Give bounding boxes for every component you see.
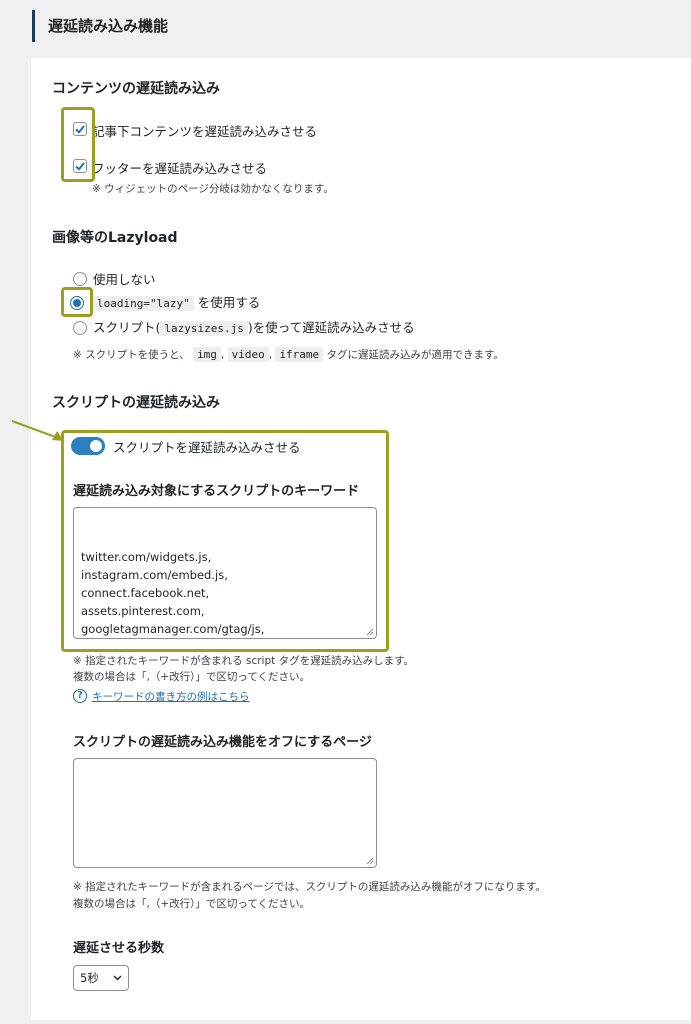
keywords-note-1: ※ 指定されたキーワードが含まれる script タグを遅延読み込みします。 bbox=[73, 655, 415, 667]
lazyload-radio-none[interactable] bbox=[73, 272, 87, 286]
delay-select[interactable]: 5秒 bbox=[73, 965, 129, 991]
highlight-box-radio bbox=[61, 287, 93, 317]
lazyload-script-suffix: )を使って遅延読み込みさせる bbox=[247, 320, 415, 335]
help-icon: ? bbox=[73, 689, 87, 703]
lazyload-note-code-iframe: iframe bbox=[275, 347, 324, 362]
lazyload-note-code-video: video bbox=[227, 347, 269, 362]
lazyload-note-code-img: img bbox=[193, 347, 221, 362]
off-pages-note-2: 複数の場合は「,（+改行）」で区切ってください。 bbox=[73, 898, 311, 910]
content-lazy-note: ※ ウィジェットのページ分岐は効かなくなります。 bbox=[92, 183, 334, 195]
script-lazy-heading: スクリプトの遅延読み込み bbox=[52, 395, 220, 411]
lazyload-native-suffix: を使用する bbox=[197, 295, 261, 310]
arrow-pointer-icon bbox=[11, 420, 64, 441]
keywords-help-link[interactable]: キーワードの書き方の例はこちら bbox=[92, 689, 250, 704]
keywords-heading: 遅延読み込み対象にするスクリプトのキーワード bbox=[73, 484, 360, 499]
lazyload-radio-none-label: 使用しない bbox=[93, 272, 156, 287]
lazyload-note: ※ スクリプトを使うと、 img, video, iframe タグに遅延読み込… bbox=[73, 347, 504, 362]
script-lazy-toggle-label: スクリプトを遅延読み込みさせる bbox=[113, 440, 301, 455]
keywords-note-2: 複数の場合は「,（+改行）」で区切ってください。 bbox=[73, 671, 311, 683]
resize-handle-icon[interactable] bbox=[366, 857, 374, 865]
lazyload-note-prefix: ※ スクリプトを使うと、 bbox=[73, 349, 190, 361]
lazyload-heading: 画像等のLazyload bbox=[52, 230, 178, 246]
highlight-box-checkboxes bbox=[61, 107, 95, 182]
chevron-down-icon bbox=[113, 975, 122, 981]
lazyload-radio-native-label: loading="lazy" を使用する bbox=[93, 292, 260, 311]
content-lazy-label-1: 記事下コンテンツを遅延読み込みさせる bbox=[92, 124, 318, 139]
lazyload-note-suffix: タグに遅延読み込みが適用できます。 bbox=[326, 349, 504, 361]
delay-heading: 遅延させる秒数 bbox=[73, 941, 165, 956]
lazyload-radio-script-label: スクリプト(lazysizes.js)を使って遅延読み込みさせる bbox=[93, 317, 415, 336]
lazyload-note-sep: , bbox=[220, 349, 225, 361]
keywords-textarea-content: twitter.com/widgets.js, instagram.com/em… bbox=[81, 550, 265, 636]
toggle-knob bbox=[90, 440, 102, 452]
lazyload-note-sep: , bbox=[268, 349, 273, 361]
lazyload-script-code: lazysizes.js bbox=[160, 321, 248, 336]
keywords-textarea[interactable]: twitter.com/widgets.js, instagram.com/em… bbox=[73, 507, 377, 639]
resize-handle-icon[interactable] bbox=[366, 628, 374, 636]
off-pages-textarea[interactable] bbox=[73, 758, 377, 868]
delay-select-value: 5秒 bbox=[80, 971, 99, 985]
script-lazy-toggle[interactable] bbox=[71, 437, 105, 455]
lazyload-script-prefix: スクリプト( bbox=[93, 320, 161, 335]
content-lazy-label-2: フッターを遅延読み込みさせる bbox=[92, 161, 268, 176]
section-title: 遅延読み込み機能 bbox=[32, 10, 691, 42]
off-pages-heading: スクリプトの遅延読み込み機能をオフにするページ bbox=[73, 735, 372, 750]
lazyload-native-code: loading="lazy" bbox=[93, 296, 194, 311]
off-pages-note-1: ※ 指定されたキーワードが含まれるページでは、スクリプトの遅延読み込み機能がオフ… bbox=[73, 881, 546, 893]
lazyload-radio-script[interactable] bbox=[73, 321, 87, 335]
content-lazy-heading: コンテンツの遅延読み込み bbox=[52, 81, 220, 97]
